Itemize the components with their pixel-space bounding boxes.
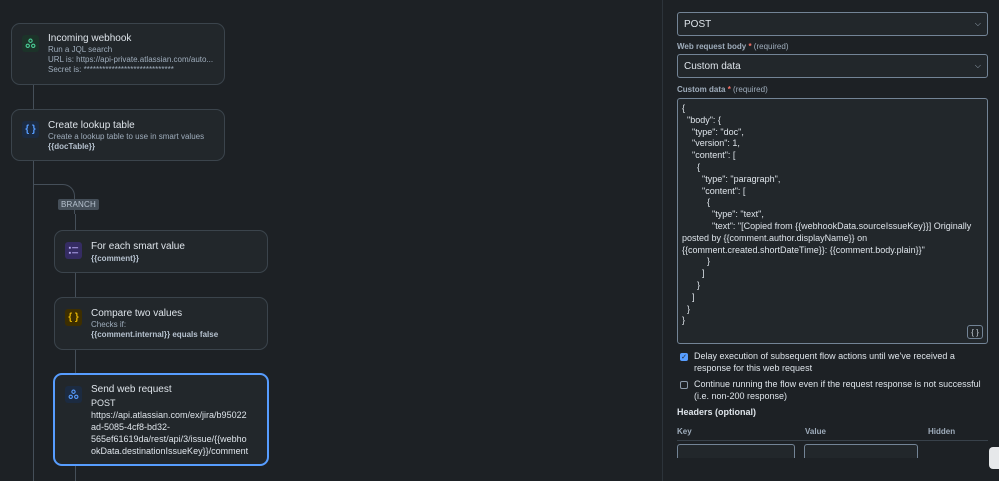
web-request-body-label: Web request body * (required) <box>677 42 789 51</box>
code-line: ] <box>682 268 705 279</box>
headers-col-value: Value <box>805 427 826 436</box>
lookup-table-card[interactable]: { } Create lookup table Create a lookup … <box>11 109 225 161</box>
chevron-down-icon: ⌵ <box>974 61 981 70</box>
card-title: Incoming webhook <box>48 33 132 44</box>
code-line: { <box>682 161 701 172</box>
headers-title: Headers (optional) <box>677 407 757 417</box>
delay-checkbox[interactable]: ✓ <box>680 353 688 361</box>
card-line: Checks if: <box>91 320 127 329</box>
continue-checkbox-label: Continue running the flow even if the re… <box>694 379 981 401</box>
headers-divider <box>677 440 988 441</box>
for-each-card[interactable]: For each smart value {{comment}} <box>54 230 268 273</box>
code-line: } <box>682 256 711 267</box>
card-line: Secret is: ***************************** <box>48 65 174 74</box>
card-title: Compare two values <box>91 308 183 319</box>
braces-icon: { } <box>22 121 39 138</box>
card-line: 565ef61619da/rest/api/3/issue/{{webho <box>91 434 247 444</box>
code-line: { <box>682 103 686 113</box>
code-content: { "body": { "type": "doc", "version": 1,… <box>682 103 982 327</box>
compare-card[interactable]: { } Compare two values Checks if: {{comm… <box>54 297 268 350</box>
card-line: {{comment.internal}} equals false <box>91 330 219 339</box>
card-title: Send web request <box>91 384 172 395</box>
code-line: "text": "[Copied from {{webhookData.sour… <box>682 220 974 255</box>
card-line: ad-5085-4cf8-bd32- <box>91 422 171 432</box>
card-line: {{comment}} <box>91 254 140 263</box>
format-json-button[interactable]: { } <box>967 325 983 339</box>
list-icon <box>65 242 82 259</box>
code-line: } <box>682 303 691 314</box>
card-title: Create lookup table <box>48 120 135 131</box>
code-line: ] <box>682 291 695 302</box>
floating-panel-edge <box>989 447 999 469</box>
branch-tag: BRANCH <box>58 199 99 210</box>
card-line: POST <box>91 398 116 408</box>
code-line: "content": [ <box>682 185 746 196</box>
trigger-card[interactable]: Incoming webhook Run a JQL search URL is… <box>11 23 225 85</box>
webhook-icon <box>22 35 39 52</box>
card-line: Run a JQL search <box>48 45 113 54</box>
card-line: https://api.atlassian.com/ex/jira/b95022 <box>91 410 247 420</box>
code-line: "body": { <box>682 114 721 125</box>
card-line: okData.destinationIssueKey}}/comment <box>91 446 249 456</box>
code-line: } <box>682 279 701 290</box>
code-line: "type": "paragraph", <box>682 173 781 184</box>
select-value: Custom data <box>684 60 741 72</box>
web-request-body-select[interactable]: Custom data ⌵ <box>677 54 988 78</box>
braces-icon: { } <box>65 309 82 326</box>
code-line: "type": "doc", <box>682 126 744 137</box>
header-key-input[interactable] <box>677 444 795 458</box>
code-line: } <box>682 315 686 326</box>
code-line: { <box>682 197 711 208</box>
code-line: "type": "text", <box>682 209 764 220</box>
card-body: POST https://api.atlassian.com/ex/jira/b… <box>91 397 248 457</box>
custom-data-label: Custom data * (required) <box>677 85 768 94</box>
code-line: "version": 1, <box>682 138 740 149</box>
delay-checkbox-label: Delay execution of subsequent flow actio… <box>694 351 955 373</box>
card-title: For each smart value <box>91 241 185 252</box>
web-request-card[interactable]: Send web request POST https://api.atlass… <box>53 373 269 466</box>
header-value-input[interactable] <box>804 444 918 458</box>
headers-col-key: Key <box>677 427 692 436</box>
card-line: URL is: https://api-private.atlassian.co… <box>48 55 214 64</box>
continue-checkbox[interactable] <box>680 381 688 389</box>
code-line: "content": [ <box>682 150 736 161</box>
card-line: Create a lookup table to use in smart va… <box>48 132 205 141</box>
headers-col-hidden: Hidden <box>928 427 956 436</box>
flow-canvas: BRANCH Incoming webhook Run a JQL search… <box>0 0 662 481</box>
chevron-down-icon: ⌵ <box>974 19 981 28</box>
http-method-select[interactable]: POST ⌵ <box>677 12 988 36</box>
webhook-icon <box>65 386 82 403</box>
custom-data-editor[interactable]: { "body": { "type": "doc", "version": 1,… <box>677 98 988 344</box>
card-line: {{docTable}} <box>48 142 95 151</box>
select-value: POST <box>684 18 712 30</box>
